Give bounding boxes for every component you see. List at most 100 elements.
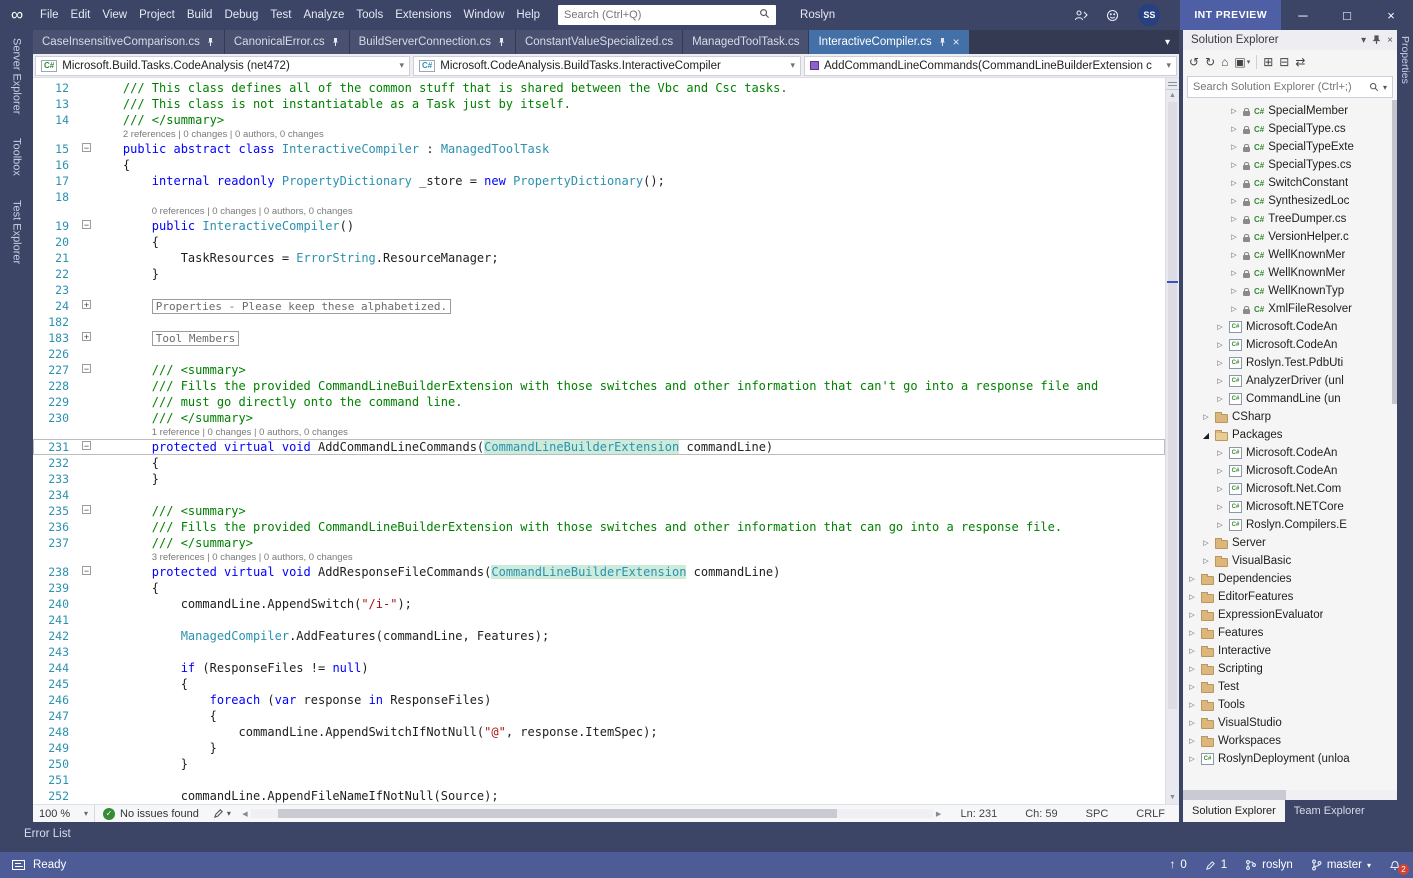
expander-collapsed-icon[interactable]: ▷: [1201, 539, 1211, 547]
expander-collapsed-icon[interactable]: ▷: [1229, 215, 1239, 223]
expander-collapsed-icon[interactable]: ▷: [1187, 683, 1197, 691]
tree-item[interactable]: ▷C#Microsoft.NETCore: [1183, 498, 1397, 516]
sync-with-active-document-icon[interactable]: ⇄: [1295, 56, 1305, 68]
tree-item[interactable]: ▷Server: [1183, 534, 1397, 552]
menu-debug[interactable]: Debug: [218, 0, 264, 30]
code-line[interactable]: 251: [33, 772, 1165, 788]
expander-collapsed-icon[interactable]: ▷: [1215, 341, 1225, 349]
background-tasks-icon[interactable]: [12, 860, 25, 870]
repo-indicator[interactable]: roslyn: [1245, 859, 1293, 871]
code-line[interactable]: 232 {: [33, 455, 1165, 471]
tree-item[interactable]: ▷ExpressionEvaluator: [1183, 606, 1397, 624]
collapse-all-icon[interactable]: ⊟: [1279, 56, 1289, 68]
show-all-files-icon[interactable]: ⊞: [1263, 56, 1273, 68]
code-line[interactable]: 234: [33, 487, 1165, 503]
code-line[interactable]: 12 /// This class defines all of the com…: [33, 80, 1165, 96]
side-tab-toolbox[interactable]: Toolbox: [11, 138, 23, 176]
expander-collapsed-icon[interactable]: ▷: [1215, 449, 1225, 457]
side-tab-server-explorer[interactable]: Server Explorer: [11, 38, 23, 114]
notifications-bell[interactable]: 2: [1389, 859, 1401, 871]
tree-item[interactable]: ▷C#CommandLine (un: [1183, 390, 1397, 408]
pending-edits[interactable]: 1: [1205, 859, 1227, 871]
expander-collapsed-icon[interactable]: ▷: [1229, 305, 1239, 313]
vs-logo-icon[interactable]: ∞: [0, 5, 34, 25]
quick-search-input[interactable]: Search (Ctrl+Q): [558, 5, 776, 25]
tree-item[interactable]: ▷Test: [1183, 678, 1397, 696]
expander-collapsed-icon[interactable]: ▷: [1187, 629, 1197, 637]
menu-analyze[interactable]: Analyze: [297, 0, 350, 30]
code-line[interactable]: 239 {: [33, 580, 1165, 596]
type-dropdown[interactable]: C# Microsoft.CodeAnalysis.BuildTasks.Int…: [413, 56, 801, 76]
pin-icon[interactable]: [1372, 35, 1381, 45]
code-line[interactable]: 250 }: [33, 756, 1165, 772]
expander-collapsed-icon[interactable]: ▷: [1215, 377, 1225, 385]
scroll-right-icon[interactable]: ▶: [933, 810, 945, 818]
code-line[interactable]: 249 }: [33, 740, 1165, 756]
code-line[interactable]: 235− /// <summary>: [33, 503, 1165, 519]
tree-item[interactable]: ▷C#WellKnownTyp: [1183, 282, 1397, 300]
expander-collapsed-icon[interactable]: ▷: [1187, 737, 1197, 745]
menu-window[interactable]: Window: [457, 0, 510, 30]
solution-search-input[interactable]: Search Solution Explorer (Ctrl+;) ▾: [1187, 76, 1393, 98]
code-line[interactable]: 245 {: [33, 676, 1165, 692]
tree-hscroll-thumb[interactable]: [1183, 790, 1286, 800]
expander-collapsed-icon[interactable]: ▷: [1187, 701, 1197, 709]
code-line[interactable]: 238− protected virtual void AddResponseF…: [33, 564, 1165, 580]
expander-collapsed-icon[interactable]: ▷: [1229, 197, 1239, 205]
scroll-left-icon[interactable]: ◀: [239, 810, 251, 818]
fold-toggle-icon[interactable]: −: [79, 218, 94, 234]
tree-item[interactable]: ▷C#Microsoft.CodeAn: [1183, 444, 1397, 462]
expander-collapsed-icon[interactable]: ▷: [1187, 611, 1197, 619]
chevron-down-icon[interactable]: ▾: [1383, 83, 1387, 92]
spaces-indicator[interactable]: SPC: [1072, 808, 1123, 820]
expander-collapsed-icon[interactable]: ▷: [1215, 485, 1225, 493]
tab-ConstantValueSpecialized.cs[interactable]: ConstantValueSpecialized.cs: [516, 30, 682, 54]
expander-collapsed-icon[interactable]: ▷: [1187, 593, 1197, 601]
code-line[interactable]: 242 ManagedCompiler.AddFeatures(commandL…: [33, 628, 1165, 644]
code-line[interactable]: 15− public abstract class InteractiveCom…: [33, 141, 1165, 157]
code-line[interactable]: 243: [33, 644, 1165, 660]
tree-item[interactable]: ▷C#Roslyn.Compilers.E: [1183, 516, 1397, 534]
tab-CaseInsensitiveComparison.cs[interactable]: CaseInsensitiveComparison.cs: [33, 30, 224, 54]
tree-item[interactable]: ◢Packages: [1183, 426, 1397, 444]
document-health-indicator[interactable]: ✓ No issues found: [95, 808, 207, 820]
pin-icon[interactable]: [331, 37, 340, 47]
tree-item[interactable]: ▷VisualStudio: [1183, 714, 1397, 732]
expander-collapsed-icon[interactable]: ▷: [1229, 107, 1239, 115]
expander-expanded-icon[interactable]: ◢: [1201, 431, 1211, 440]
code-line[interactable]: 19− public InteractiveCompiler(): [33, 218, 1165, 234]
side-tab-properties[interactable]: Properties: [1399, 36, 1411, 84]
expander-collapsed-icon[interactable]: ▷: [1215, 395, 1225, 403]
back-icon[interactable]: ↺: [1189, 56, 1199, 68]
code-line[interactable]: 183+Tool Members: [33, 330, 1165, 346]
tree-item[interactable]: ▷C#SynthesizedLoc: [1183, 192, 1397, 210]
switch-views-icon[interactable]: ▣▾: [1234, 56, 1250, 68]
account-avatar[interactable]: SS: [1138, 4, 1160, 26]
tree-item[interactable]: ▷C#Roslyn.Test.PdbUti: [1183, 354, 1397, 372]
tree-item[interactable]: ▷C#SpecialMember: [1183, 102, 1397, 120]
codelens-row[interactable]: 2 references | 0 changes | 0 authors, 0 …: [33, 128, 1165, 141]
expander-collapsed-icon[interactable]: ▷: [1187, 665, 1197, 673]
code-line[interactable]: 182: [33, 314, 1165, 330]
code-lines[interactable]: 12 /// This class defines all of the com…: [33, 78, 1165, 804]
tree-item[interactable]: ▷C#XmlFileResolver: [1183, 300, 1397, 318]
code-line[interactable]: 252 commandLine.AppendFileNameIfNotNull(…: [33, 788, 1165, 804]
tree-horizontal-scrollbar[interactable]: [1183, 790, 1397, 800]
scroll-thumb[interactable]: [1168, 102, 1177, 709]
panel-tab-team-explorer[interactable]: Team Explorer: [1285, 800, 1374, 822]
code-line[interactable]: 230 /// </summary>: [33, 410, 1165, 426]
eol-indicator[interactable]: CRLF: [1122, 808, 1179, 820]
tree-item[interactable]: ▷C#VersionHelper.c: [1183, 228, 1397, 246]
error-list-band[interactable]: Error List: [0, 822, 1413, 852]
code-line[interactable]: 247 {: [33, 708, 1165, 724]
minimize-button[interactable]: ─: [1281, 0, 1325, 30]
tree-item[interactable]: ▷C#TreeDumper.cs: [1183, 210, 1397, 228]
member-dropdown[interactable]: AddCommandLineCommands(CommandLineBuilde…: [804, 56, 1177, 76]
live-share-icon[interactable]: [1074, 9, 1088, 22]
expander-collapsed-icon[interactable]: ▷: [1187, 755, 1197, 763]
collapsed-region[interactable]: Properties - Please keep these alphabeti…: [152, 299, 451, 314]
marker-options[interactable]: ▾: [207, 808, 237, 819]
close-icon[interactable]: ×: [1387, 35, 1393, 46]
maximize-button[interactable]: □: [1325, 0, 1369, 30]
menu-test[interactable]: Test: [264, 0, 297, 30]
